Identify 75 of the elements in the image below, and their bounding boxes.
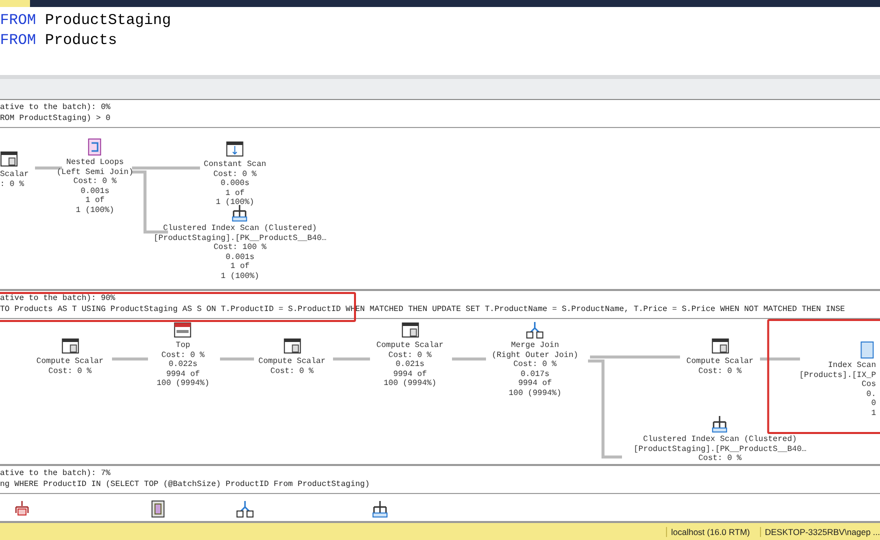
operator-label: 9994 of [166, 370, 200, 379]
operator-label: 0.001s [80, 186, 110, 196]
operator-label: Compute Scalar [376, 341, 444, 350]
table-icon [226, 140, 244, 158]
index-tree-icon [711, 415, 729, 433]
operator-label: 1 [871, 408, 876, 418]
operator-label: Cost: 0 % [213, 170, 257, 179]
loop-icon [86, 138, 104, 156]
operator-label: Compute Scalar [686, 357, 754, 366]
operator-label: Top [176, 341, 190, 350]
operator-label: [Products].[IX_P [799, 370, 876, 380]
operator-label: 0.001s [226, 252, 254, 262]
operator-label: 9994 of [518, 379, 552, 388]
query-header-text: ative to the batch): 7% [0, 468, 110, 479]
operator-label: 1 (100%) [220, 272, 260, 281]
top-icon [174, 321, 192, 339]
operator-label: Compute Scalar [36, 357, 104, 366]
operator-label: Cost: 0 % [698, 454, 742, 464]
operator-label: 1 of [225, 188, 245, 198]
operator-label: Clustered Index Scan (Clustered) [643, 435, 797, 444]
operator-label: (Right Outer Join) [492, 350, 578, 360]
operator-label: 0.017s [520, 370, 550, 379]
operator-label: Clustered Index Scan (Clustered) [163, 224, 317, 234]
operator-label: Nested Loops [66, 158, 124, 168]
operator-label: Cost: 0 % [388, 350, 432, 360]
operator-label: Index Scan [828, 361, 876, 370]
operator-label: Constant Scan [204, 160, 266, 170]
operator-label: Merge Join [511, 341, 559, 350]
operator-label: : 0 % [0, 180, 24, 189]
operator-label: 0.000s [220, 179, 250, 188]
operator-label: 100 (9994%) [156, 379, 210, 388]
code-line: FROM ProductStaging [0, 11, 172, 31]
operator-label: Cost: 0 % [270, 366, 314, 376]
spool-icon [149, 500, 167, 518]
operator-label: Cost: 0 % [698, 366, 742, 376]
operator-label: 100 (9994%) [384, 379, 436, 388]
query-header-text: ative to the batch): 90% [0, 293, 116, 304]
operator-label: 0 [871, 399, 876, 408]
operator-label: Scalar [0, 170, 29, 180]
operator-label: Cost: 100 % [214, 243, 266, 252]
calculator-icon [401, 321, 419, 339]
merge-icon [526, 321, 544, 339]
operator-label: Cost: 0 % [73, 177, 117, 186]
operator-label: Cos [862, 380, 876, 390]
operator-label: 1 (100%) [76, 206, 114, 215]
query-header-text: ng WHERE ProductID IN (SELECT TOP (@BatchSize) ProductID From ProductStaging) [0, 479, 370, 490]
calculator-icon [711, 337, 729, 355]
code-line: FROM Products [0, 31, 118, 51]
operator-label: [ProductStaging].[PK__ProductS__B40… [154, 234, 326, 243]
operator-label: Cost: 0 % [48, 366, 92, 376]
operator-label: Compute Scalar [258, 357, 326, 366]
operator-label: [ProductStaging].[PK__ProductS__B40… [634, 444, 806, 454]
index-tree-icon [371, 500, 389, 518]
operator-label: 1 (100%) [216, 198, 254, 208]
delete-tree-icon [13, 500, 31, 518]
operator-label: 1 of [85, 196, 105, 206]
index-tree-icon [231, 204, 249, 222]
operator-label: 100 (9994%) [508, 388, 562, 398]
operator-label: Cost: 0 % [161, 350, 205, 360]
index-icon [858, 341, 876, 359]
operator-label: (Left Semi Join) [56, 168, 134, 177]
query-header-text: ROM ProductStaging) > 0 [0, 113, 110, 124]
calculator-icon [61, 337, 79, 355]
operator-label: 9994 of [393, 370, 427, 379]
operator-label: 0. [866, 390, 876, 399]
operator-label: 0.021s [396, 360, 424, 370]
merge-icon [236, 500, 254, 518]
operator-label: 0.022s [168, 360, 198, 370]
operator-label: Cost: 0 % [513, 360, 557, 370]
status-text: localhost (16.0 RTM) [666, 527, 750, 537]
status-text: DESKTOP-3325RBV\nagep ... [760, 527, 880, 537]
operator-label: 1 of [230, 262, 250, 272]
calculator-icon [283, 337, 301, 355]
pane-splitter[interactable] [0, 75, 880, 100]
query-header-text: ative to the batch): 0% [0, 102, 110, 113]
